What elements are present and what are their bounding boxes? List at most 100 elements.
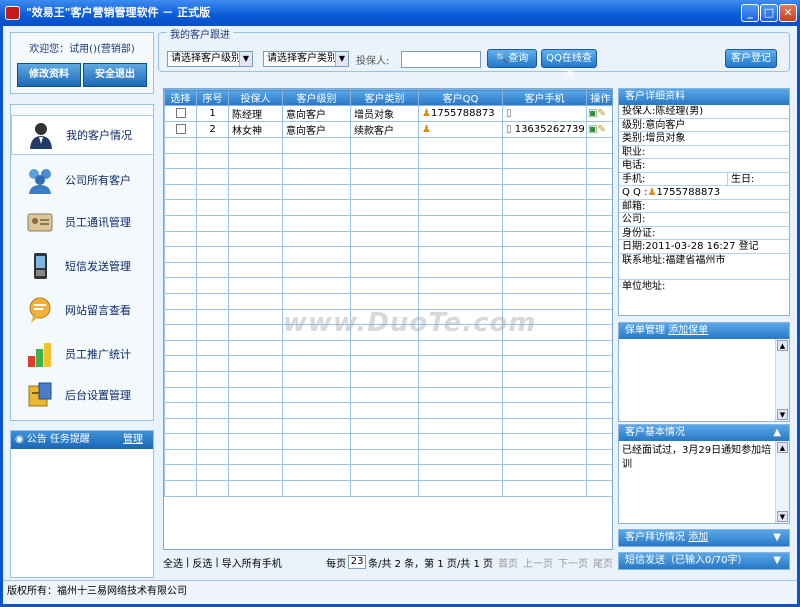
scroll-down-icon[interactable]: ▼ — [777, 409, 788, 420]
notice-manage-link[interactable]: 管理 — [123, 431, 143, 449]
table-row — [164, 183, 612, 201]
select-all-link[interactable]: 全选 — [163, 555, 183, 570]
column-header: 选择 — [164, 89, 197, 106]
nav-item-promotion-stats[interactable]: 员工推广统计 — [11, 334, 153, 374]
visit-header[interactable]: 客户拜访情况 添加 ▼ — [619, 530, 789, 546]
title-bar[interactable]: "效易王"客户营销管理软件 － 正式版 _ □ ✕ — [0, 0, 800, 26]
logout-button[interactable]: 安全退出 — [83, 63, 147, 87]
detail-mobile-row: 手机: 生日: — [619, 172, 789, 186]
table-row — [164, 277, 612, 294]
next-page-link[interactable]: 下一页 — [558, 555, 588, 570]
table-row — [164, 152, 612, 170]
chevron-down-icon: ▼ — [335, 52, 348, 66]
row-qq-cell[interactable]: ♟1755788873 — [418, 105, 503, 122]
watermark: www.DuoTe.com — [283, 308, 537, 338]
users-group-icon — [29, 169, 51, 194]
policy-scrollbar[interactable]: ▲ ▼ — [775, 339, 789, 421]
main-frame: 欢迎您：试用()(营销部) 修改资料 安全退出 我的客户情况 公司所有客户 员工… — [0, 26, 800, 607]
last-page-link[interactable]: 尾页 — [593, 555, 613, 570]
policy-header: 保单管理 添加保单 — [619, 323, 789, 339]
qq-online-query-button[interactable]: QQ在线查询 — [541, 49, 597, 81]
nav-item-settings[interactable]: 后台设置管理 — [11, 375, 153, 415]
page-size-input[interactable]: 23 — [348, 555, 367, 569]
basic-info-panel: 客户基本情况 ▲ 已经面试过，3月29日通知参加培训 ▲ ▼ — [618, 424, 790, 524]
edit-icon[interactable]: ✎ — [597, 108, 605, 119]
import-phones-link[interactable]: 导入所有手机 — [222, 555, 282, 570]
nav-item-my-customers[interactable]: 我的客户情况 — [11, 115, 153, 155]
mobile-phone-icon — [34, 253, 47, 279]
table-row — [164, 230, 612, 248]
app-icon — [5, 6, 20, 20]
detail-title: 客户详细资料 — [619, 89, 789, 105]
table-row — [164, 433, 612, 450]
basic-info-text[interactable]: 已经面试过，3月29日通知参加培训 — [619, 441, 789, 472]
table-row — [164, 292, 612, 310]
scroll-down-icon[interactable]: ▼ — [777, 511, 788, 522]
welcome-text: 欢迎您：试用()(营销部) — [29, 44, 135, 55]
edit-profile-button[interactable]: 修改资料 — [17, 63, 81, 87]
row-number: 1 — [196, 105, 229, 122]
detail-tel: 电话: — [619, 159, 789, 173]
row-checkbox[interactable] — [175, 124, 186, 134]
nav-label: 网站留言查看 — [65, 304, 131, 317]
row-level: 意向客户 — [282, 105, 351, 122]
basic-scrollbar[interactable]: ▲ ▼ — [775, 441, 789, 523]
policy-panel: 保单管理 添加保单 ▲ ▼ — [618, 322, 790, 422]
row-qq-cell[interactable]: ♟ — [418, 121, 503, 138]
table-row — [164, 402, 612, 419]
expand-icon[interactable]: ▼ — [773, 530, 781, 546]
table-header: 选择 序号 投保人 客户级别 客户类别 客户QQ 客户手机 操作 — [164, 89, 612, 106]
window-title: "效易王"客户营销管理软件 － 正式版 — [26, 6, 211, 19]
detail-birthday: 生日: — [727, 172, 754, 186]
contact-card-icon — [27, 213, 53, 232]
table-row[interactable]: 1 陈经理 意向客户 增员对象 ♟1755788873 ▯ ▣✎ — [164, 105, 612, 122]
nav-label: 员工推广统计 — [65, 348, 131, 361]
table-row — [164, 448, 612, 466]
add-visit-link[interactable]: 添加 — [688, 532, 708, 543]
row-phone-cell[interactable]: ▯ — [502, 105, 587, 122]
detail-level: 级别:意向客户 — [619, 119, 789, 132]
table-row — [164, 464, 612, 482]
customer-register-button[interactable]: 客户登记 — [725, 49, 777, 68]
row-level: 意向客户 — [282, 121, 351, 138]
scroll-up-icon[interactable]: ▲ — [777, 442, 788, 453]
minimize-button[interactable]: _ — [741, 4, 759, 22]
row-phone-cell[interactable]: ▯ 13635262739 — [502, 121, 587, 138]
expand-icon[interactable]: ▼ — [773, 553, 781, 569]
nav-label: 后台设置管理 — [65, 389, 131, 402]
table-row — [164, 137, 612, 154]
column-header: 客户类别 — [350, 89, 419, 106]
row-phone: 13635262739 — [514, 124, 585, 135]
nav-item-sms[interactable]: 短信发送管理 — [11, 246, 153, 286]
message-board-icon — [29, 297, 51, 323]
table-row — [164, 199, 612, 216]
scroll-up-icon[interactable]: ▲ — [777, 340, 788, 351]
filter-title: 我的客户跟进 — [167, 26, 233, 41]
visit-panel: 客户拜访情况 添加 ▼ — [618, 529, 790, 547]
nav-label: 短信发送管理 — [65, 260, 131, 273]
table-row[interactable]: 2 林女神 意向客户 续款客户 ♟ ▯ 13635262739 ▣✎ — [164, 121, 612, 138]
collapse-icon[interactable]: ▲ — [773, 425, 781, 441]
nav-item-company-customers[interactable]: 公司所有客户 — [11, 160, 153, 200]
column-header: 操作 — [586, 89, 612, 106]
close-button[interactable]: ✕ — [779, 4, 797, 22]
customer-type-select[interactable]: 请选择客户类别 ▼ — [263, 51, 349, 67]
sms-title: 短信发送（已输入0/70字） — [625, 555, 748, 566]
sms-header[interactable]: 短信发送（已输入0/70字） ▼ — [619, 553, 789, 569]
maximize-button[interactable]: □ — [760, 4, 778, 22]
invert-selection-link[interactable]: 反选 — [192, 555, 212, 570]
table-row — [164, 480, 612, 497]
basic-header: 客户基本情况 ▲ — [619, 425, 789, 441]
nav-item-staff-contacts[interactable]: 员工通讯管理 — [11, 202, 153, 242]
first-page-link[interactable]: 首页 — [498, 555, 518, 570]
column-header: 客户手机 — [502, 89, 587, 106]
customer-level-select[interactable]: 请选择客户级别 ▼ — [167, 51, 253, 67]
row-checkbox[interactable] — [175, 108, 186, 118]
query-button[interactable]: 🔍查询 — [487, 49, 537, 68]
edit-icon[interactable]: ✎ — [597, 124, 605, 135]
add-policy-link[interactable]: 添加保单 — [668, 325, 708, 336]
row-agent: 陈经理 — [228, 105, 283, 122]
nav-item-messages[interactable]: 网站留言查看 — [11, 290, 153, 330]
prev-page-link[interactable]: 上一页 — [523, 555, 553, 570]
agent-input[interactable] — [401, 51, 481, 68]
